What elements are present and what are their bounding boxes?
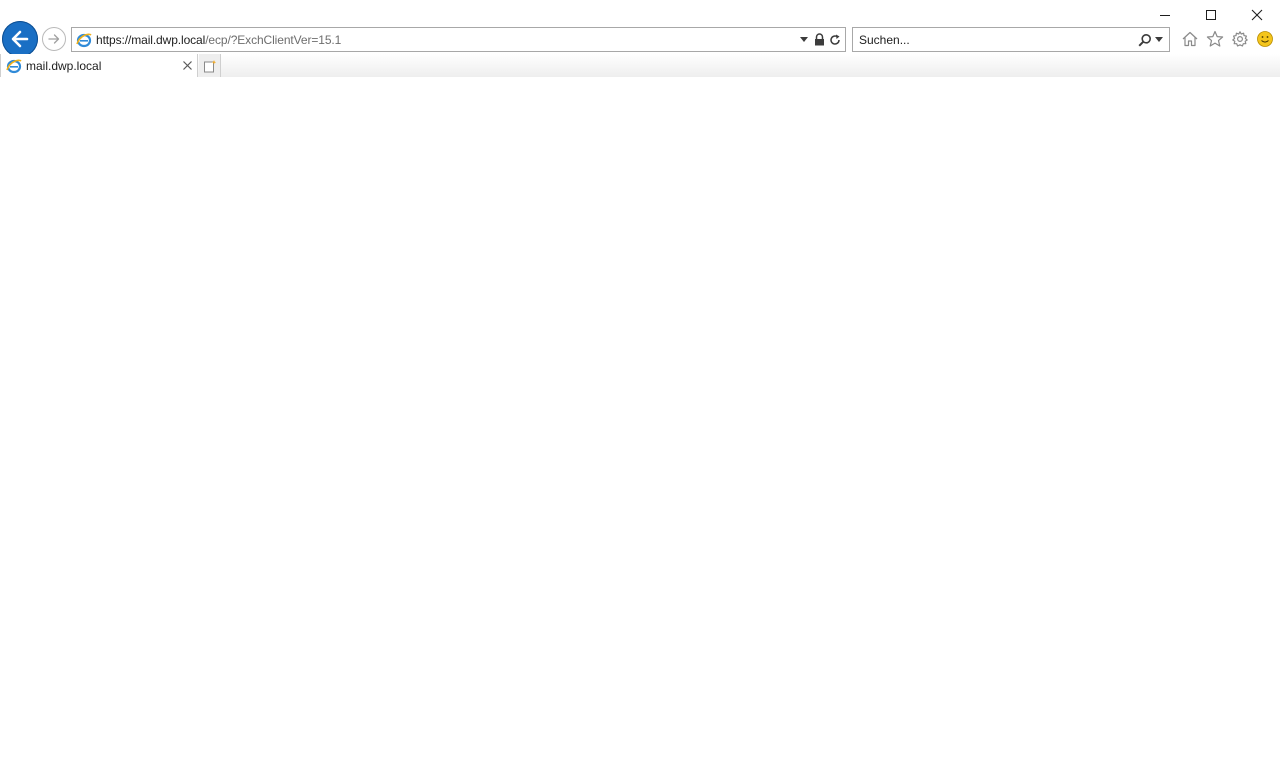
- ie-favicon-icon: [6, 59, 22, 73]
- back-button[interactable]: [2, 21, 38, 57]
- home-button[interactable]: [1180, 28, 1200, 50]
- close-icon: [182, 61, 192, 70]
- forward-arrow-icon: [48, 34, 60, 44]
- address-dropdown-button[interactable]: [798, 37, 810, 42]
- maximize-button[interactable]: [1188, 0, 1234, 30]
- tab-title: mail.dwp.local: [26, 58, 102, 73]
- url-host: mail.dwp.local: [131, 32, 206, 47]
- forward-button[interactable]: [42, 27, 66, 51]
- chevron-down-icon: [1155, 37, 1163, 42]
- settings-gear-icon: [1232, 31, 1248, 47]
- feedback-button[interactable]: [1255, 28, 1275, 50]
- address-bar[interactable]: https://mail.dwp.local/ecp/?ExchClientVe…: [71, 27, 846, 52]
- address-url[interactable]: https://mail.dwp.local/ecp/?ExchClientVe…: [96, 33, 798, 47]
- settings-button[interactable]: [1230, 28, 1250, 50]
- page-content-area[interactable]: [0, 77, 1280, 760]
- window-caption-buttons: [1142, 0, 1280, 30]
- tab-mail-dwp-local[interactable]: mail.dwp.local: [0, 54, 198, 77]
- refresh-button[interactable]: [829, 34, 841, 46]
- new-tab-button[interactable]: [199, 54, 221, 77]
- tab-close-button[interactable]: [180, 59, 194, 73]
- back-arrow-icon: [11, 30, 29, 48]
- favorites-star-icon: [1206, 30, 1224, 47]
- ie-favicon-icon: [76, 33, 92, 47]
- minimize-button[interactable]: [1142, 0, 1188, 30]
- security-lock-button[interactable]: [814, 33, 825, 46]
- tab-bar: mail.dwp.local: [0, 54, 1280, 77]
- lock-icon: [815, 33, 824, 46]
- feedback-smiley-icon: [1257, 31, 1273, 47]
- browser-tools: [1180, 28, 1275, 50]
- close-icon: [1251, 9, 1263, 21]
- search-icon: [1138, 33, 1151, 47]
- search-input[interactable]: [859, 32, 1138, 47]
- search-button[interactable]: [1138, 33, 1152, 47]
- address-bar-icons: [798, 33, 841, 46]
- minimize-icon: [1160, 15, 1170, 16]
- home-icon: [1182, 31, 1198, 47]
- chevron-down-icon: [800, 37, 808, 42]
- new-tab-icon: [203, 59, 216, 72]
- favorites-button[interactable]: [1205, 28, 1225, 50]
- search-box[interactable]: [852, 27, 1170, 52]
- search-dropdown-button[interactable]: [1155, 37, 1163, 42]
- url-scheme: https://: [96, 32, 132, 47]
- refresh-icon: [830, 34, 840, 45]
- browser-window: https://mail.dwp.local/ecp/?ExchClientVe…: [0, 0, 1280, 760]
- search-icons: [1138, 33, 1163, 47]
- maximize-icon: [1206, 10, 1216, 20]
- url-path: /ecp/?ExchClientVer=15.1: [205, 32, 342, 47]
- close-window-button[interactable]: [1234, 0, 1280, 30]
